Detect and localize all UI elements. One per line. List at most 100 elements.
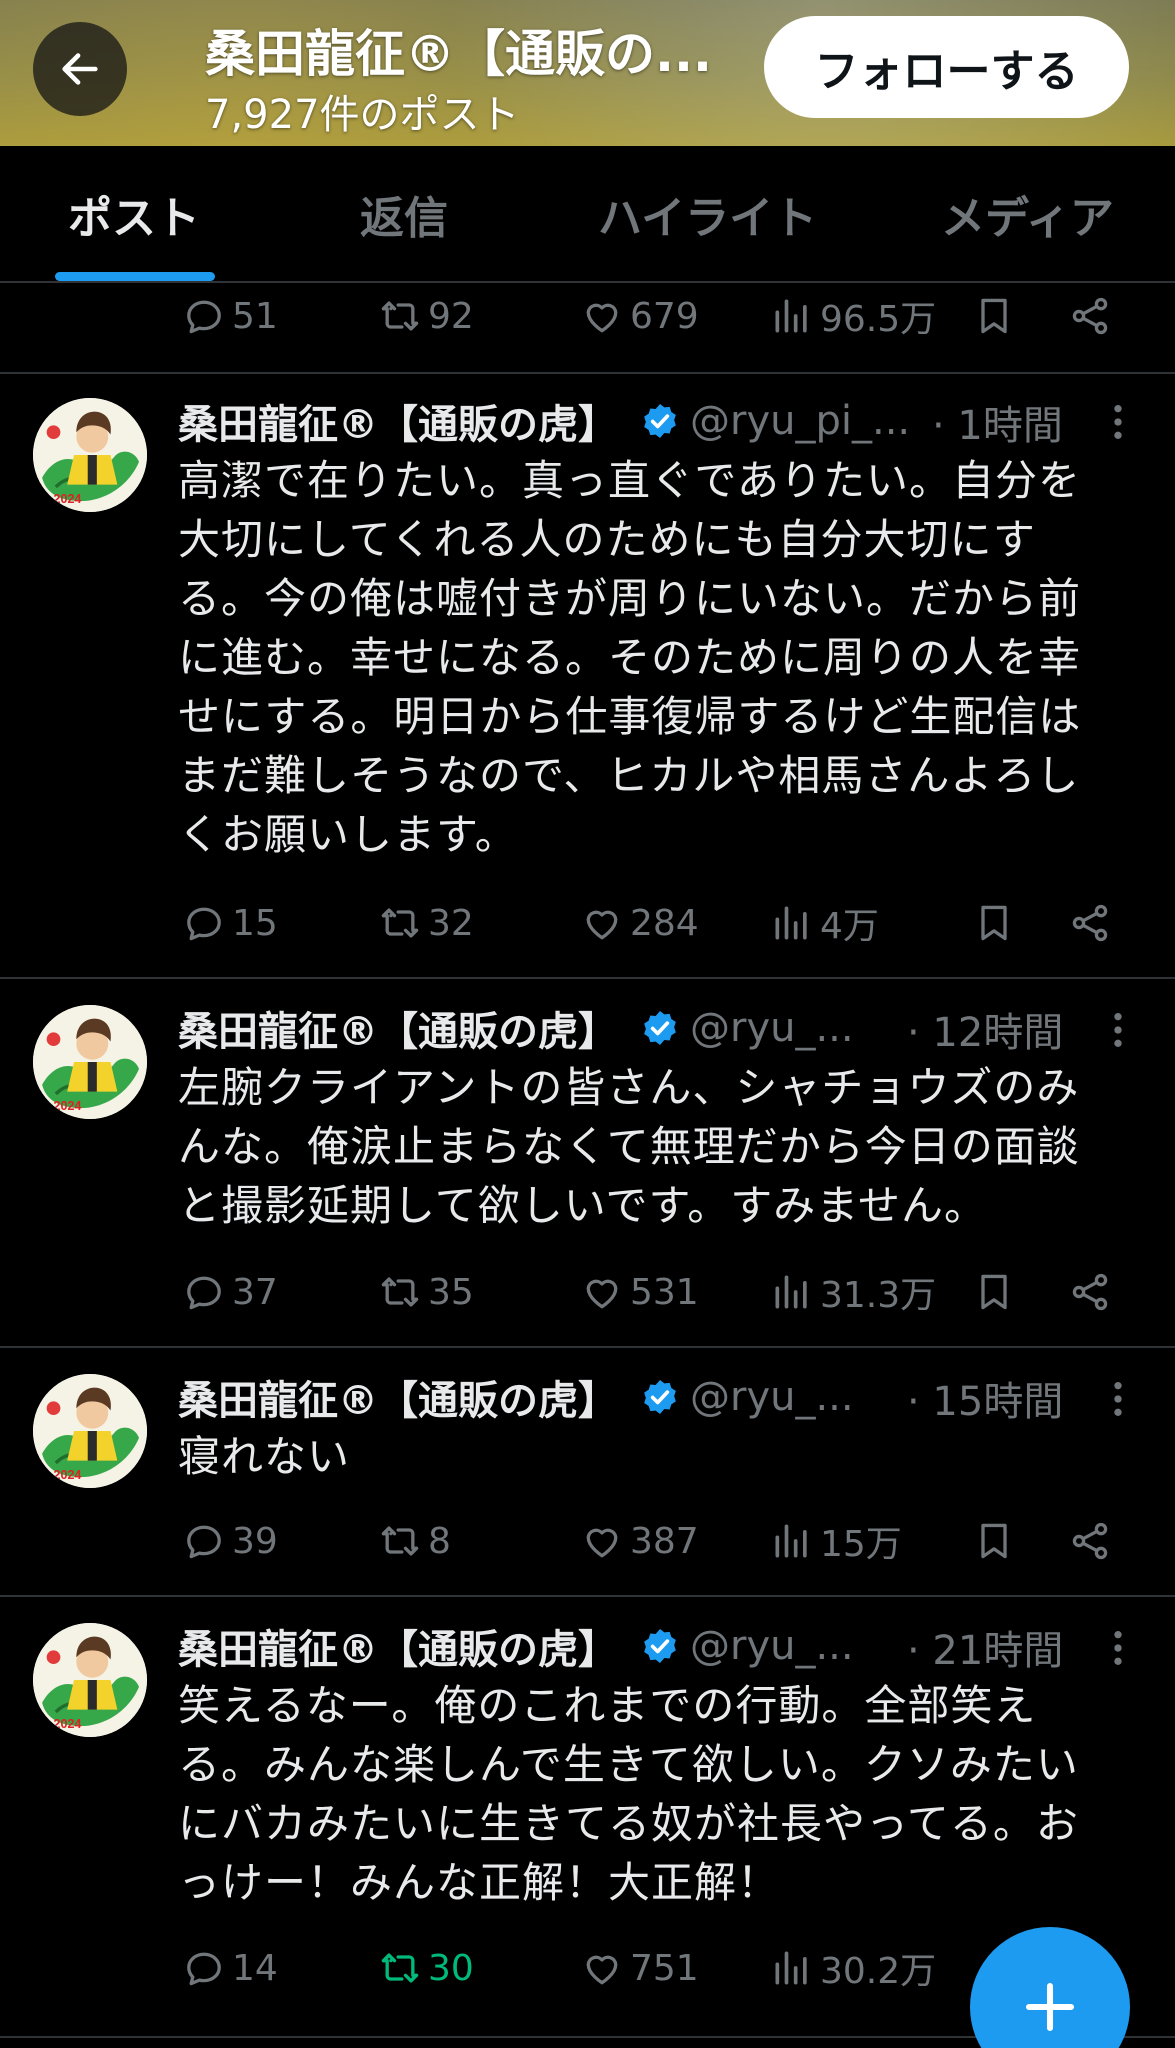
share-icon[interactable] [1068,294,1112,338]
share-icon[interactable] [1068,1519,1112,1563]
verified-badge-icon [640,401,680,441]
tweet-line: まだ難しそうなので、ヒカルや相馬さんよろし [178,751,1080,800]
bar-chart-icon [770,1946,814,1990]
reply-count: 14 [232,1947,278,1989]
heart-icon [580,1519,624,1563]
author-name[interactable]: 桑田龍征®【通販の虎】 [178,392,618,450]
timestamp[interactable]: · 12時間 [907,1000,1063,1058]
tweet-line: と撮影延期して欲しいです。すみません。 [178,1181,988,1230]
like-count: 284 [630,902,699,944]
reply-count: 51 [232,295,278,337]
like-count: 751 [630,1947,699,1989]
verified-badge-icon [640,1377,680,1417]
tweet-header: 桑田龍征®【通販の虎】 @ryu_... [178,1369,854,1425]
author-handle[interactable]: @ryu_pi_... [690,398,910,444]
reply-button[interactable]: 14 [182,1938,278,1998]
bookmark-icon[interactable] [972,1270,1016,1314]
like-button[interactable]: 751 [580,1938,699,1998]
repost-arrows-icon [378,1270,422,1314]
tweet-header: 桑田龍征®【通販の虎】 @ryu_pi_... [178,393,910,449]
tweet-line: る。今の俺は嘘付きが周りにいない。だから前 [178,574,1082,623]
repost-arrows-icon [378,294,422,338]
repost-arrows-icon [378,1946,422,1990]
profile-header: 桑田龍征®【通販の... 7,927件のポスト フォローする [0,0,1175,146]
reply-button[interactable]: 51 [182,286,278,346]
speech-bubble-icon [182,294,226,338]
tweet-line: 左腕クライアントの皆さん、シャチョウズのみ [178,1063,1080,1112]
arrow-left-icon [62,53,98,85]
timestamp[interactable]: · 15時間 [907,1369,1063,1427]
repost-count: 35 [428,1271,474,1313]
repost-button[interactable]: 35 [378,1262,474,1322]
avatar[interactable] [33,1623,147,1737]
bookmark-icon[interactable] [972,1519,1016,1563]
view-count: 96.5万 [820,299,937,340]
like-count: 531 [630,1271,699,1313]
repost-count: 92 [428,295,474,337]
avatar[interactable] [33,1374,147,1488]
repost-count: 32 [428,902,474,944]
repost-arrows-icon [378,1519,422,1563]
more-vertical-icon[interactable] [1112,1628,1124,1668]
views-button[interactable]: 4万 [770,893,879,953]
view-count: 15万 [820,1524,902,1565]
repost-button[interactable]: 8 [378,1511,451,1571]
speech-bubble-icon [182,1946,226,1990]
more-vertical-icon[interactable] [1112,1379,1124,1419]
tab-media[interactable]: メディア [941,182,1114,246]
heart-icon [580,1270,624,1314]
view-count: 30.2万 [820,1951,937,1992]
follow-button[interactable]: フォローする [764,16,1129,118]
tab-highlights[interactable]: ハイライト [598,182,817,246]
tweet-header: 桑田龍征®【通販の虎】 @ryu_... [178,1618,854,1674]
author-handle[interactable]: @ryu_... [690,1623,854,1669]
speech-bubble-icon [182,1270,226,1314]
views-button[interactable]: 15万 [770,1511,902,1571]
view-count: 4万 [820,906,879,947]
tab-posts[interactable]: ポスト [68,182,200,246]
author-name[interactable]: 桑田龍征®【通販の虎】 [178,1368,618,1426]
reply-button[interactable]: 37 [182,1262,278,1322]
views-button[interactable]: 96.5万 [770,286,936,346]
like-button[interactable]: 531 [580,1262,699,1322]
profile-name: 桑田龍征®【通販の... [205,25,712,83]
back-button[interactable] [33,22,127,116]
timestamp[interactable]: · 21時間 [907,1618,1063,1676]
avatar[interactable] [33,398,147,512]
repost-button[interactable]: 32 [378,893,474,953]
tweet-line: に進む。幸せになる。そのために周りの人を幸 [178,633,1082,682]
reply-button[interactable]: 39 [182,1511,278,1571]
author-handle[interactable]: @ryu_... [690,1374,854,1420]
views-button[interactable]: 31.3万 [770,1262,936,1322]
author-handle[interactable]: @ryu_... [690,1005,854,1051]
bookmark-icon[interactable] [972,294,1016,338]
reply-button[interactable]: 15 [182,893,278,953]
tweet-line: くお願いします。 [178,810,518,859]
active-tab-indicator [55,272,215,281]
timestamp[interactable]: · 1時間 [932,393,1063,451]
heart-icon [580,901,624,945]
tweet-line: る。みんな楽しんで生きて欲しい。クソみたい [178,1740,1079,1789]
bookmark-icon[interactable] [972,901,1016,945]
views-button[interactable]: 30.2万 [770,1938,936,1998]
avatar[interactable] [33,1005,147,1119]
view-count: 31.3万 [820,1275,937,1316]
repost-button[interactable]: 92 [378,286,474,346]
share-icon[interactable] [1068,1270,1112,1314]
like-button[interactable]: 387 [580,1511,699,1571]
author-name[interactable]: 桑田龍征®【通販の虎】 [178,999,618,1057]
tweet-text: 寝れない [178,1427,1138,1486]
more-vertical-icon[interactable] [1112,402,1124,442]
tab-replies[interactable]: 返信 [360,182,448,246]
like-button[interactable]: 284 [580,893,699,953]
post-count: 7,927件のポスト [205,92,520,138]
like-button[interactable]: 679 [580,286,699,346]
more-vertical-icon[interactable] [1112,1010,1124,1050]
tweet-line: 高潔で在りたい。真っ直ぐでありたい。自分を [178,456,1082,505]
author-name[interactable]: 桑田龍征®【通販の虎】 [178,1617,618,1675]
verified-badge-icon [640,1626,680,1666]
tweet-actions: 51 92 679 96.5万 [0,286,1175,346]
tweet-line: にバカみたいに生きてる奴が社長やってる。お [178,1799,1079,1848]
share-icon[interactable] [1068,901,1112,945]
repost-button[interactable]: 30 [378,1938,474,1998]
